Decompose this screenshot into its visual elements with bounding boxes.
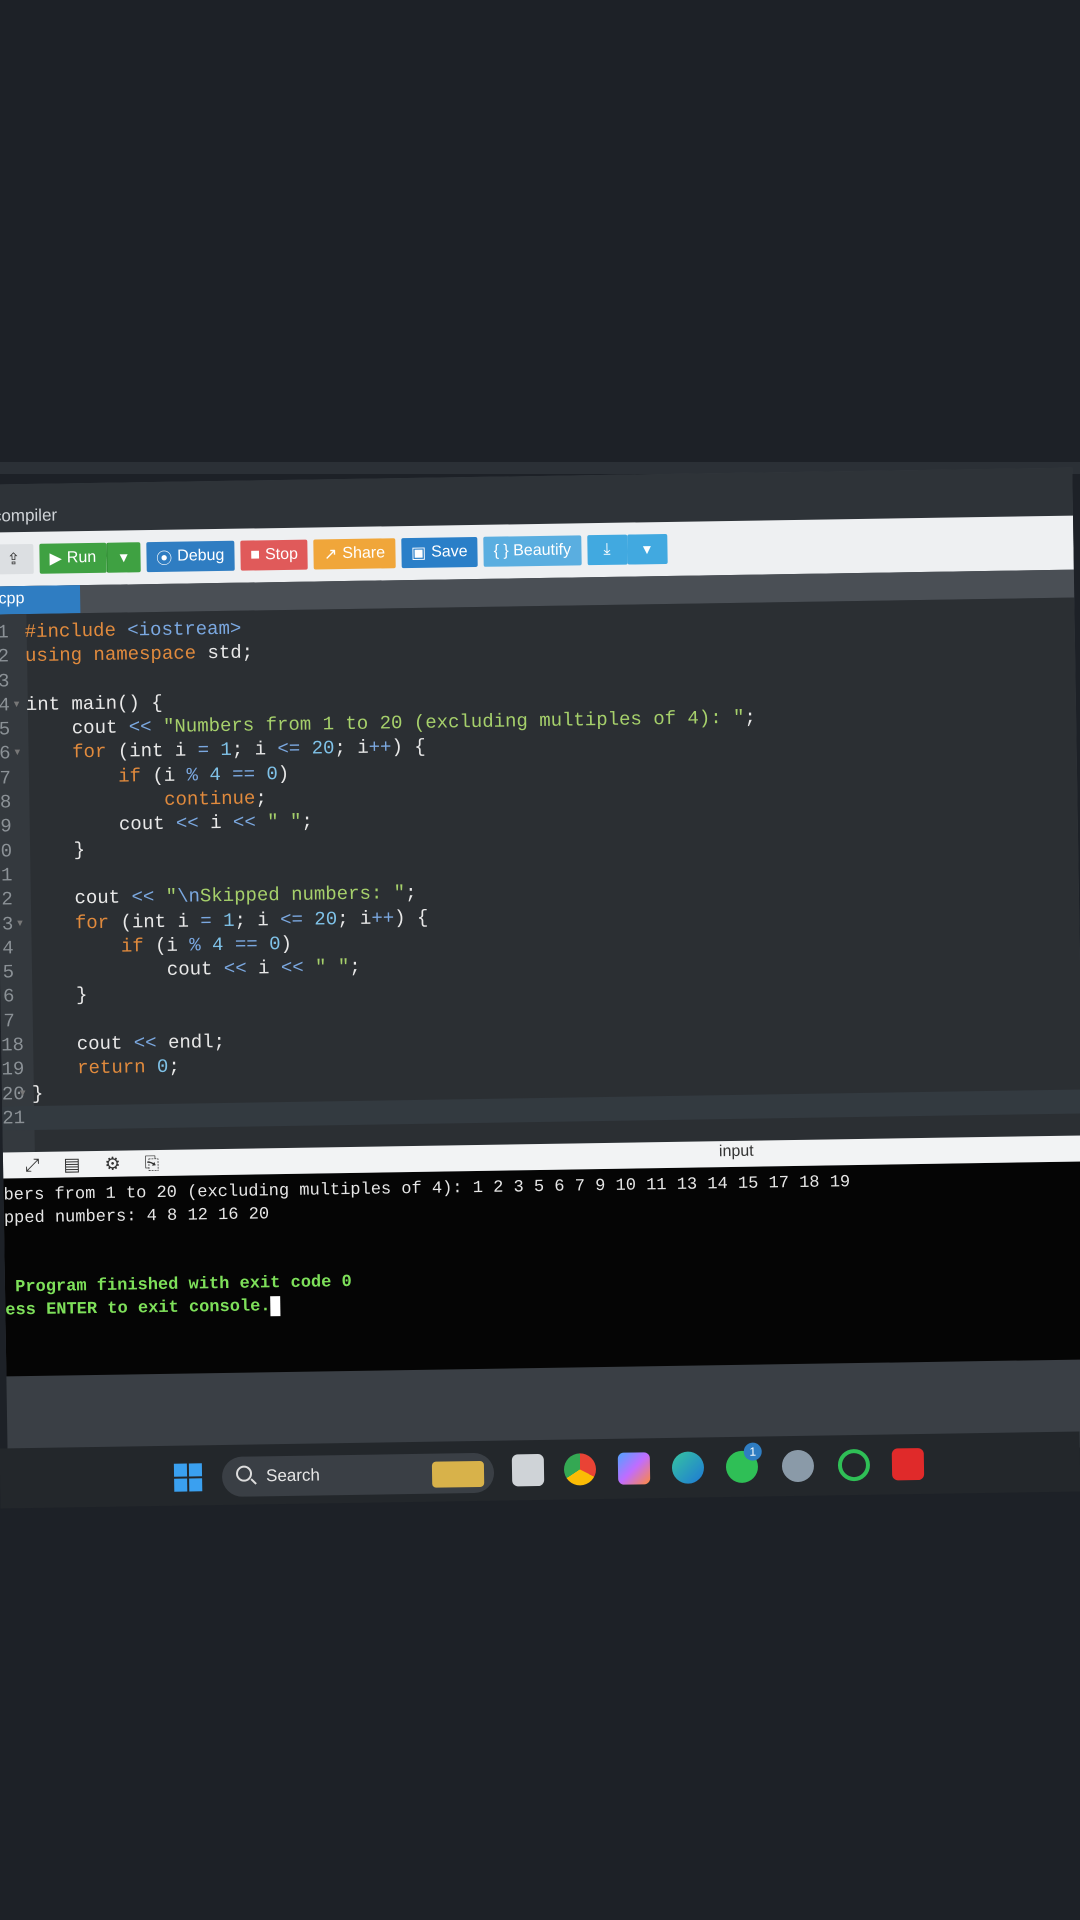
line-number: 1 <box>0 864 13 887</box>
share-button[interactable]: ↗ Share <box>313 538 396 570</box>
fold-icon[interactable]: ▾ <box>20 1082 26 1106</box>
copilot-icon[interactable] <box>617 1452 651 1485</box>
download-options-button[interactable]: ▾ <box>626 533 668 565</box>
line-number: 4 <box>2 937 14 960</box>
line-number: 8 <box>0 791 12 814</box>
run-button[interactable]: ▶ Run <box>39 542 107 574</box>
share-icon: ↗ <box>323 546 338 564</box>
line-number: 5 <box>2 961 15 984</box>
save-button[interactable]: ▣ Save <box>400 536 478 569</box>
line-number: 6 <box>0 742 11 765</box>
search-label: Search <box>265 1465 321 1486</box>
run-options-button[interactable]: ▾ <box>105 542 141 573</box>
layout-icon[interactable]: ▤ <box>63 1154 80 1175</box>
code-editor[interactable]: 1 #include <iostream> 2 using namespace st… <box>0 597 1080 1153</box>
line-number: 6 <box>2 985 15 1008</box>
windows-start-icon[interactable] <box>173 1463 203 1492</box>
line-number: 3 <box>0 669 10 693</box>
play-icon: ▶ <box>49 550 62 568</box>
loading-app-icon[interactable] <box>837 1448 871 1482</box>
task-view-icon[interactable] <box>511 1453 545 1487</box>
fold-icon[interactable]: ▾ <box>14 742 21 766</box>
notification-badge: 1 <box>743 1442 762 1461</box>
expand-icon[interactable]: ⤢ <box>25 1154 40 1175</box>
line-number: 7 <box>3 1010 15 1033</box>
line-number: 7 <box>0 767 12 790</box>
compiler-window: compiler ⇪ ▶ Run ▾ ⦿ Debug ■ Stop ↗ Share ▣ S… <box>0 467 1080 1465</box>
fold-icon[interactable]: ▾ <box>14 693 20 717</box>
line-number: 2 <box>1 888 14 911</box>
gear-icon[interactable]: ⚙ <box>104 1153 120 1174</box>
line-number: 0 <box>0 839 13 863</box>
search-icon <box>235 1465 253 1482</box>
stop-icon: ■ <box>250 546 261 564</box>
line-number: 5 <box>0 718 11 741</box>
debug-button[interactable]: ⦿ Debug <box>145 540 235 573</box>
line-number: 21 <box>2 1107 26 1130</box>
debug-icon: ⦿ <box>156 550 173 568</box>
chevron-down-icon: ▾ <box>119 549 128 567</box>
line-number: 20 <box>1 1082 25 1106</box>
input-tab[interactable]: input <box>719 1143 754 1162</box>
taskbar-search[interactable]: Search <box>221 1452 495 1497</box>
output-console[interactable]: bers from 1 to 20 (excluding multiples o… <box>3 1161 1080 1377</box>
line-number: 4 <box>0 694 11 717</box>
tab-main-cpp[interactable]: .cpp <box>0 585 81 615</box>
download-icon: ⤓ <box>603 540 611 558</box>
line-number: 9 <box>0 815 12 838</box>
line-number: 19 <box>1 1058 25 1081</box>
beautify-button[interactable]: { } Beautify <box>483 535 582 567</box>
chevron-down-icon: ▾ <box>642 541 652 559</box>
edge-icon[interactable] <box>671 1451 705 1484</box>
settings-gear-icon[interactable] <box>781 1449 815 1483</box>
console-cursor <box>270 1295 281 1316</box>
stop-button[interactable]: ■ Stop <box>240 539 309 571</box>
download-button[interactable]: ⤓ <box>586 534 628 566</box>
chrome-icon[interactable] <box>563 1453 597 1486</box>
upload-button[interactable]: ⇪ <box>0 543 34 575</box>
line-number: 1 <box>0 621 9 644</box>
whatsapp-icon[interactable]: 1 <box>725 1442 762 1484</box>
search-highlight-icon <box>431 1460 485 1488</box>
upload-icon: ⇪ <box>6 551 21 569</box>
fold-icon[interactable]: ▾ <box>17 912 23 936</box>
code-lines: 1 #include <iostream> 2 using namespace st… <box>0 604 1080 1131</box>
line-number: 2 <box>0 645 10 668</box>
save-icon: ▣ <box>410 544 427 562</box>
line-number: 18 <box>1 1034 25 1057</box>
clipboard-icon[interactable]: ⎘ <box>144 1153 159 1174</box>
line-number: 3 <box>1 912 14 936</box>
acrobat-icon[interactable] <box>891 1447 925 1481</box>
